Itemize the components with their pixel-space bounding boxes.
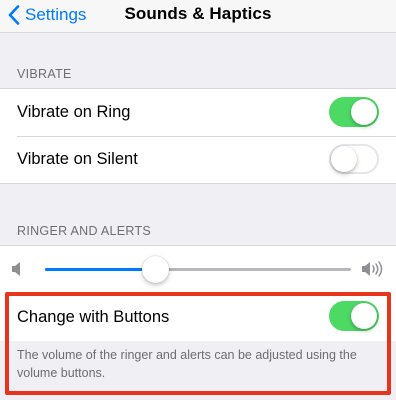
volume-slider-thumb[interactable] <box>142 256 170 283</box>
toggle-knob <box>351 303 377 329</box>
vibrate-group: Vibrate on Ring Vibrate on Silent <box>0 88 396 184</box>
toggle-knob <box>331 146 357 172</box>
change-with-buttons-label: Change with Buttons <box>17 307 170 326</box>
ringer-volume-row <box>0 246 396 293</box>
toggle-knob <box>351 99 377 125</box>
ringer-volume-slider[interactable] <box>45 256 351 283</box>
volume-low-icon <box>12 262 20 276</box>
vibrate-on-silent-label: Vibrate on Silent <box>17 150 138 168</box>
volume-high-icon <box>362 261 383 277</box>
vibrate-on-silent-toggle[interactable] <box>329 144 379 174</box>
navigation-bar: Settings Sounds & Haptics <box>0 0 396 33</box>
vibrate-on-ring-row: Vibrate on Ring <box>0 89 396 136</box>
volume-slider-fill <box>45 268 156 271</box>
vibrate-section-header: VIBRATE <box>17 67 72 81</box>
change-with-buttons-row: Change with Buttons <box>0 293 396 341</box>
ringer-footer-text: The volume of the ringer and alerts can … <box>17 348 357 380</box>
ringer-section-header: RINGER AND ALERTS <box>17 224 152 238</box>
change-with-buttons-toggle[interactable] <box>329 301 379 331</box>
vibrate-on-ring-label: Vibrate on Ring <box>17 103 131 121</box>
vibrate-on-silent-row: Vibrate on Silent <box>0 136 396 183</box>
ringer-group: Change with Buttons <box>0 245 396 341</box>
page-title: Sounds & Haptics <box>124 4 272 23</box>
vibrate-on-ring-toggle[interactable] <box>329 97 379 127</box>
